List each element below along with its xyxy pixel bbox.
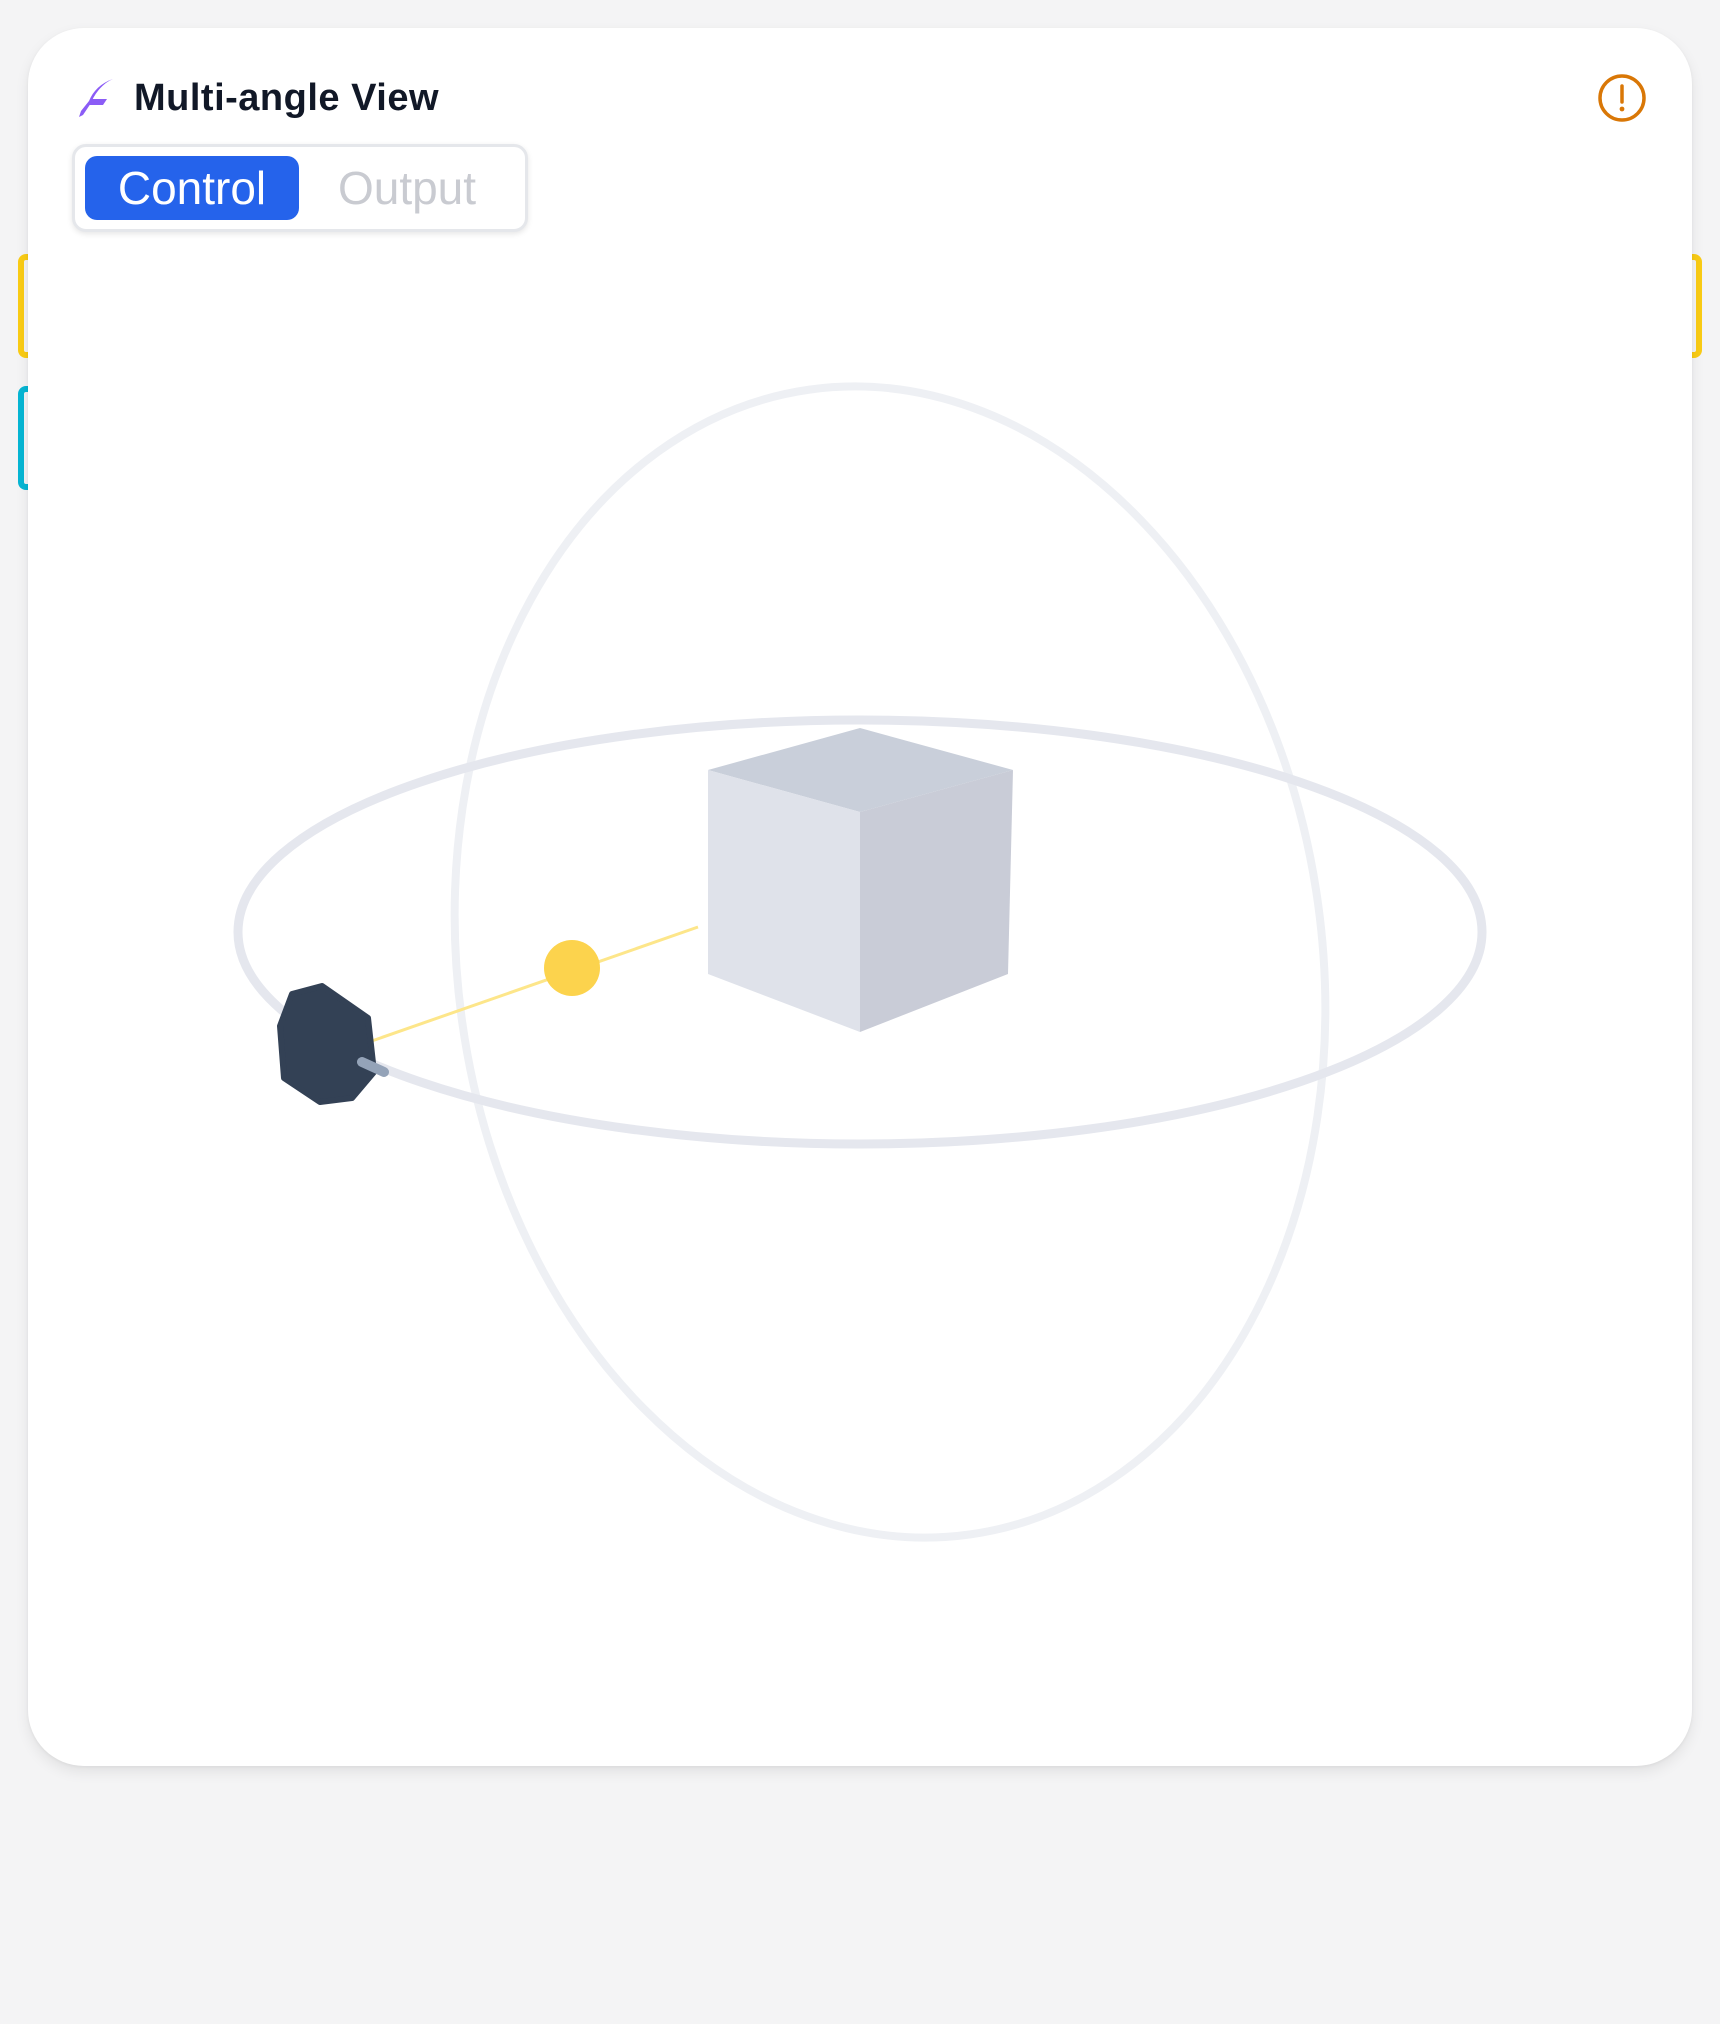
camera-icon[interactable] [277, 983, 389, 1105]
cube-right-face [860, 770, 1013, 1032]
feather-icon [72, 74, 120, 122]
orbit-canvas[interactable] [28, 28, 1692, 1766]
stage: Multi-angle View Control Output [0, 0, 1720, 2024]
tab-control[interactable]: Control [85, 156, 300, 220]
alert-circle-icon[interactable] [1596, 72, 1648, 124]
tab-output[interactable]: Output [299, 156, 515, 220]
node-header: Multi-angle View [72, 50, 1648, 146]
node-title: Multi-angle View [134, 76, 440, 119]
target-handle[interactable] [544, 940, 600, 996]
camera-line [365, 925, 699, 1045]
subject-cube [708, 728, 1013, 1032]
mode-tabs: Control Output [72, 144, 528, 232]
cube-left-face [708, 770, 860, 1032]
node-card: Multi-angle View Control Output [28, 28, 1692, 1766]
